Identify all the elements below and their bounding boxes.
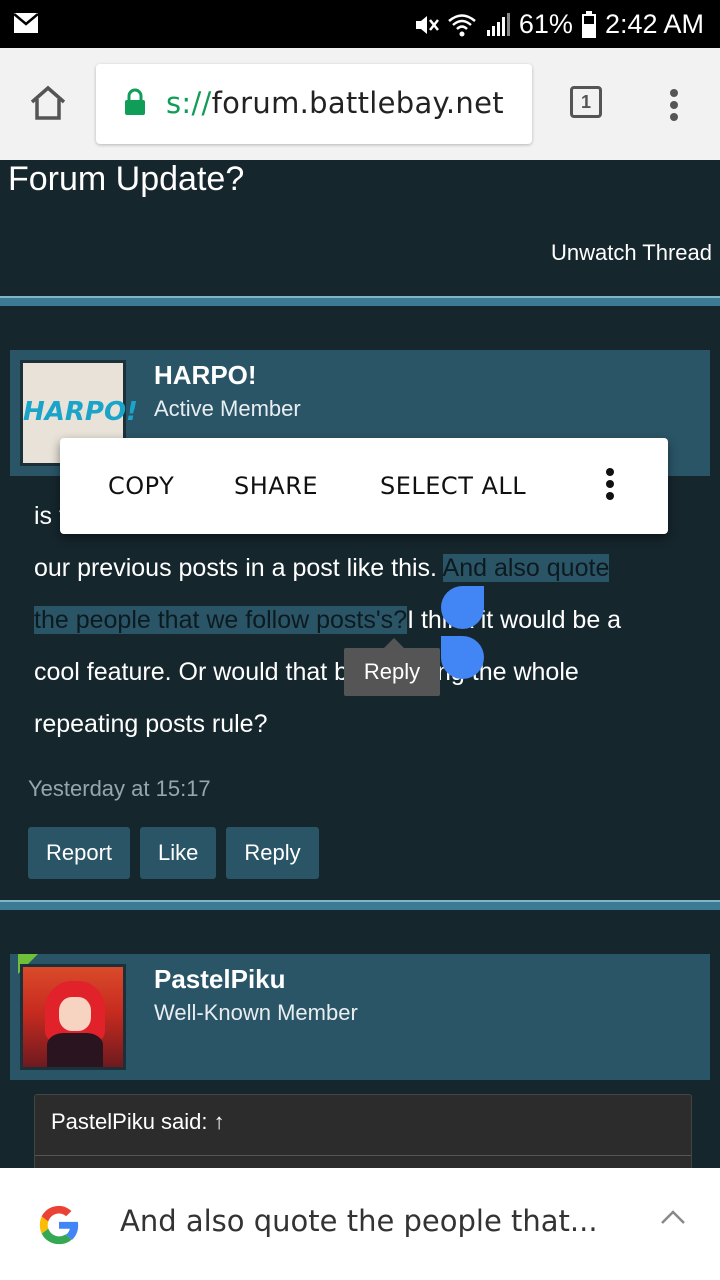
selection-end-handle[interactable]: [441, 636, 484, 679]
lock-icon: [125, 88, 145, 115]
mail-icon: [14, 13, 38, 33]
post-actions: Report Like Reply: [28, 827, 319, 879]
signal-icon: [486, 12, 510, 36]
overflow-menu-icon[interactable]: [664, 86, 684, 126]
user-role: Well-Known Member: [154, 1000, 358, 1025]
post-text-fragment: our previous posts in a post like this.: [34, 554, 443, 582]
text-selection-menu: COPY SHARE SELECT ALL: [60, 438, 668, 534]
url-host: forum.battlebay.net: [211, 86, 504, 120]
mute-icon: [415, 15, 439, 34]
select-all-menu-item[interactable]: SELECT ALL: [380, 472, 526, 500]
post-line: our previous posts in a post like this. …: [34, 542, 694, 594]
clock: 2:42 AM: [604, 9, 704, 39]
post-author-bar: PastelPiku Well-Known Member: [10, 954, 710, 1080]
google-logo: [39, 1205, 79, 1245]
copy-menu-item[interactable]: COPY: [108, 472, 174, 500]
tab-count: 1: [580, 92, 591, 112]
report-button[interactable]: Report: [28, 827, 131, 879]
browser-toolbar: s://forum.battlebay.net 1: [0, 48, 720, 160]
url-text: s://forum.battlebay.net: [166, 86, 504, 120]
username[interactable]: PastelPiku: [154, 964, 286, 995]
selection-start-handle[interactable]: [441, 586, 484, 629]
post-timestamp[interactable]: Yesterday at 15:17: [28, 776, 211, 802]
post-line: the people that we follow posts's?I thin…: [34, 594, 694, 646]
like-button[interactable]: Like: [140, 827, 217, 879]
url-scheme: s://: [166, 86, 212, 120]
quote-block: PastelPiku said: ↑: [34, 1094, 692, 1168]
quote-header[interactable]: PastelPiku said: ↑: [51, 1109, 225, 1135]
avatar-logo-text: HARPO!: [23, 397, 138, 427]
avatar[interactable]: [20, 964, 126, 1070]
unwatch-thread-link[interactable]: Unwatch Thread: [551, 240, 712, 266]
username[interactable]: HARPO!: [154, 360, 257, 391]
tabs-icon[interactable]: 1: [570, 86, 602, 118]
overflow-menu-icon[interactable]: [606, 468, 616, 504]
selected-text: And also quote: [442, 554, 610, 582]
wifi-icon: [448, 13, 476, 36]
chevron-up-icon[interactable]: [660, 1208, 686, 1226]
share-menu-item[interactable]: SHARE: [234, 472, 318, 500]
thread-title: Forum Update?: [8, 160, 245, 198]
selected-text: the people that we follow posts's?: [34, 606, 408, 634]
contextual-search-bar[interactable]: And also quote the people that...: [0, 1168, 720, 1280]
reply-button[interactable]: Reply: [226, 827, 319, 879]
post-divider: [0, 296, 720, 306]
selection-reply-tooltip[interactable]: Reply: [344, 638, 440, 696]
search-query-preview: And also quote the people that...: [120, 1204, 598, 1238]
battery-percent: 61%: [518, 9, 573, 39]
battery-icon: [581, 10, 596, 38]
post-divider: [0, 900, 720, 910]
quote-divider: [35, 1155, 691, 1156]
post-text-fragment: I think it would be a: [407, 606, 622, 634]
home-icon[interactable]: [28, 84, 68, 122]
address-bar[interactable]: s://forum.battlebay.net: [96, 64, 532, 144]
status-bar: 61% 2:42 AM: [0, 0, 720, 48]
user-role: Active Member: [154, 396, 301, 421]
post-line: repeating posts rule?: [34, 710, 268, 738]
